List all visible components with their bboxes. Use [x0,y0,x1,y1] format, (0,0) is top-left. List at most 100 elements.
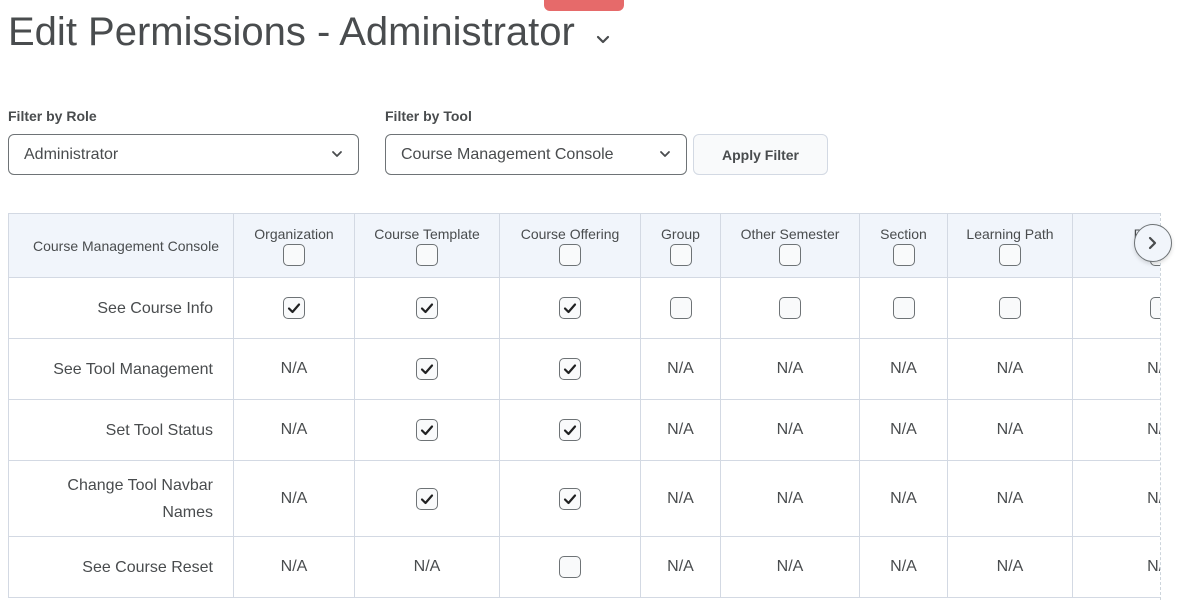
permission-checkbox[interactable] [283,297,305,319]
permission-checkbox[interactable] [416,358,438,380]
permission-checkbox[interactable] [892,297,915,319]
column-header-label: Group [661,226,700,242]
select-all-checkbox[interactable] [999,244,1021,266]
checkmark-icon [420,425,434,436]
not-applicable-text: N/A [1147,421,1160,438]
checkmark-icon [420,493,434,504]
permission-checkbox[interactable] [559,556,581,578]
filter-role-label: Filter by Role [8,108,97,124]
not-applicable-text: N/A [776,421,804,438]
filter-tool-value: Course Management Console [401,145,614,163]
not-applicable-text: N/A [996,558,1024,575]
permissions-table-container[interactable]: Course Management Console Organization Co… [8,213,1161,600]
permission-cell [499,338,641,400]
chevron-down-icon [658,147,672,161]
permission-cell [354,277,500,339]
permission-checkbox[interactable] [999,297,1021,319]
permission-cell [499,399,641,461]
permission-cell: N/A [720,460,860,537]
table-body: See Course Info See Tool Management N/A N/A… [8,277,1160,598]
permission-cell [499,277,641,339]
permission-cell [640,277,721,339]
permission-cell: N/A [233,399,355,461]
not-applicable-text: N/A [280,360,308,377]
column-header-label: Organization [254,226,334,242]
permission-cell [499,460,641,537]
column-header-label: Section [880,226,927,242]
checkmark-icon [287,303,301,314]
apply-filter-button[interactable]: Apply Filter [693,134,828,175]
not-applicable-text: N/A [1147,489,1160,507]
permission-cell: N/A [1072,399,1160,461]
permission-cell: N/A [720,536,860,598]
select-all-checkbox[interactable] [283,244,305,266]
permission-cell: N/A [720,338,860,400]
not-applicable-text: N/A [776,360,804,377]
permission-cell [1072,277,1160,339]
column-header: Section [859,213,948,278]
column-header: Organization [233,213,355,278]
permission-checkbox[interactable] [1149,297,1160,319]
permission-checkbox[interactable] [559,487,581,510]
permission-cell: N/A [233,536,355,598]
not-applicable-text: N/A [280,421,308,438]
permission-cell [859,277,948,339]
permission-cell: N/A [859,338,948,400]
permission-cell [354,399,500,461]
column-header: Other Semester [720,213,860,278]
permission-checkbox[interactable] [559,419,581,441]
permission-cell: N/A [233,338,355,400]
permission-label: Change Tool Navbar Names [8,460,234,537]
permission-checkbox[interactable] [779,297,801,319]
checkmark-icon [563,493,577,504]
page-title: Edit Permissions - Administrator [8,10,575,54]
permission-cell: N/A [859,399,948,461]
not-applicable-text: N/A [996,489,1024,507]
filter-role-value: Administrator [24,145,119,163]
permission-cell: N/A [640,338,721,400]
permissions-table: Course Management Console Organization Co… [8,213,1160,598]
permission-cell: N/A [1072,338,1160,400]
permission-checkbox[interactable] [416,297,438,319]
not-applicable-text: N/A [890,558,917,575]
permission-cell: N/A [859,536,948,598]
not-applicable-text: N/A [1147,558,1160,575]
not-applicable-text: N/A [667,360,694,377]
checkmark-icon [420,303,434,314]
select-all-checkbox[interactable] [559,244,581,266]
chevron-down-icon[interactable] [592,29,614,51]
not-applicable-text: N/A [280,558,308,575]
permission-cell [354,338,500,400]
not-applicable-text: N/A [776,558,804,575]
permission-checkbox[interactable] [669,297,692,319]
scroll-right-button[interactable] [1134,224,1172,262]
permission-cell [720,277,860,339]
select-all-checkbox[interactable] [892,244,915,266]
column-header-label: Other Semester [740,226,840,242]
column-header: Group [640,213,721,278]
permission-cell: N/A [640,536,721,598]
permission-cell: N/A [640,399,721,461]
filter-role-select[interactable]: Administrator [8,134,359,175]
chevron-right-icon [1148,236,1158,250]
permission-cell: N/A [947,460,1073,537]
not-applicable-text: N/A [890,360,917,377]
not-applicable-text: N/A [1147,360,1160,377]
permission-checkbox[interactable] [416,487,438,510]
permission-label: See Tool Management [8,338,234,400]
permission-cell: N/A [720,399,860,461]
filter-tool-select[interactable]: Course Management Console [385,134,687,175]
permission-cell [499,536,641,598]
permission-cell: N/A [947,536,1073,598]
permission-checkbox[interactable] [559,358,581,380]
tool-column-header: Course Management Console [8,213,234,278]
permission-label: Set Tool Status [8,399,234,461]
checkmark-icon [563,364,577,375]
select-all-checkbox[interactable] [779,244,801,266]
permission-checkbox[interactable] [559,297,581,319]
table-row: See Course Reset N/A N/A N/A N/A N/A N/A N/A [8,536,1160,598]
permission-checkbox[interactable] [416,419,438,441]
select-all-checkbox[interactable] [416,244,438,266]
table-header-row: Course Management Console Organization Co… [8,213,1160,278]
select-all-checkbox[interactable] [669,244,692,266]
